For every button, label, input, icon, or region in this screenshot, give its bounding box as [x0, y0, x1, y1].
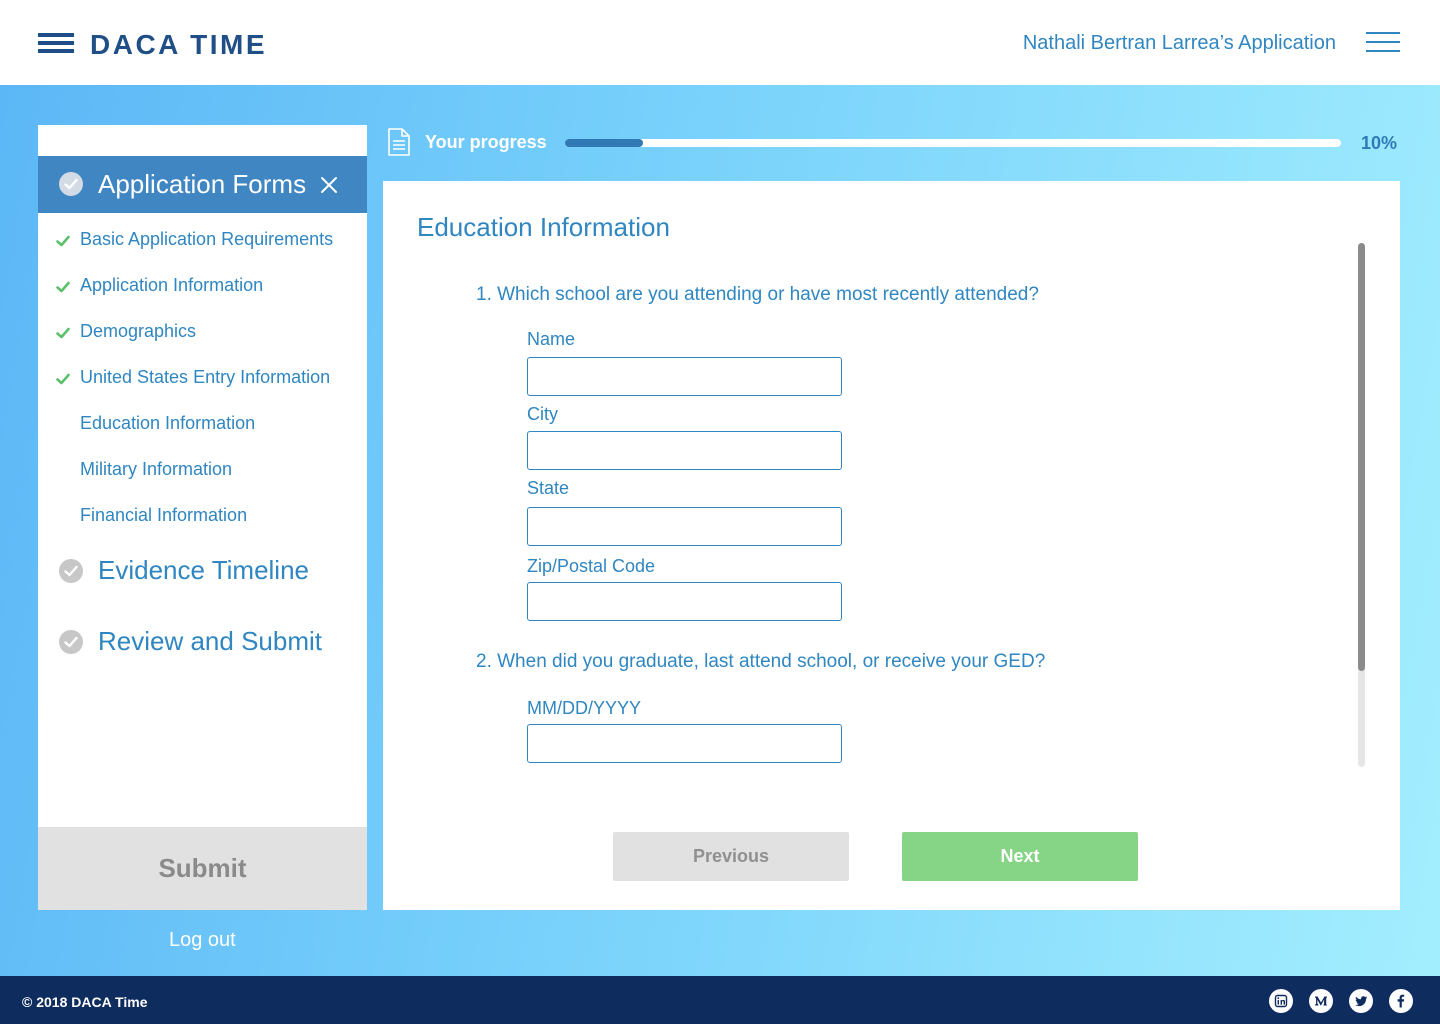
submit-button[interactable]: Submit	[38, 827, 367, 910]
date-label: MM/DD/YYYY	[527, 698, 642, 718]
check-circle-icon	[59, 630, 83, 654]
application-name[interactable]: Nathali Bertran Larrea’s Application	[1023, 32, 1336, 55]
sidebar-section-title: Application Forms	[98, 169, 307, 199]
progress-percent: 10%	[1361, 133, 1398, 153]
state-field[interactable]	[527, 507, 842, 546]
logo-text[interactable]: DACA TIME	[90, 29, 267, 61]
checkmark-icon	[56, 280, 70, 293]
sidebar-section-application-forms[interactable]: Application Forms	[38, 156, 367, 213]
question-2: 2. When did you graduate, last attend sc…	[476, 651, 1046, 672]
checkmark-icon	[56, 372, 70, 385]
progress-bar-fill	[565, 139, 643, 147]
date-field[interactable]	[527, 724, 842, 763]
progress-bar	[565, 139, 1341, 147]
zip-field[interactable]	[527, 582, 842, 621]
check-circle-icon	[59, 559, 83, 583]
scrollbar-thumb[interactable]	[1358, 243, 1365, 671]
sidebar-item-education-information[interactable]: Education Information	[80, 413, 255, 434]
sidebar-item-basic-application-requirements[interactable]: Basic Application Requirements	[80, 229, 333, 250]
checkmark-icon	[56, 234, 70, 247]
previous-button[interactable]: Previous	[613, 832, 849, 881]
sidebar-section-evidence-timeline[interactable]: Evidence Timeline	[59, 555, 359, 587]
header: DACA TIME Nathali Bertran Larrea’s Appli…	[0, 0, 1440, 85]
document-icon	[388, 128, 410, 156]
sidebar-item-financial-information[interactable]: Financial Information	[80, 505, 247, 526]
city-label: City	[527, 404, 558, 424]
logout-link[interactable]: Log out	[169, 929, 236, 952]
sidebar-section-title: Evidence Timeline	[98, 555, 309, 585]
check-circle-icon	[59, 172, 83, 196]
close-icon[interactable]	[320, 176, 338, 194]
scrollbar[interactable]	[1358, 243, 1365, 767]
sidebar-item-demographics[interactable]: Demographics	[80, 321, 196, 342]
sidebar-item-application-information[interactable]: Application Information	[80, 275, 263, 296]
hamburger-menu-icon[interactable]	[1366, 32, 1400, 52]
question-1: 1. Which school are you attending or hav…	[476, 284, 1039, 305]
facebook-icon[interactable]	[1389, 989, 1413, 1013]
copyright-text: © 2018 DACA Time	[22, 994, 148, 1010]
sidebar-section-review-and-submit[interactable]: Review and Submit	[59, 626, 359, 658]
progress-label: Your progress	[425, 132, 547, 152]
footer: © 2018 DACA Time	[0, 976, 1440, 1024]
medium-icon[interactable]	[1309, 989, 1333, 1013]
linkedin-icon[interactable]	[1269, 989, 1293, 1013]
sidebar: Application Forms Basic Application Requ…	[38, 125, 367, 910]
name-label: Name	[527, 329, 576, 349]
name-field[interactable]	[527, 357, 842, 396]
checkmark-icon	[56, 326, 70, 339]
next-button[interactable]: Next	[902, 832, 1138, 881]
logo-icon	[38, 33, 74, 53]
form-title: Education Information	[417, 212, 670, 242]
city-field[interactable]	[527, 431, 842, 470]
form-card: Education Information 1. Which school ar…	[383, 181, 1400, 910]
sidebar-section-title: Review and Submit	[98, 626, 322, 656]
twitter-icon[interactable]	[1349, 989, 1373, 1013]
state-label: State	[527, 478, 570, 498]
sidebar-item-military-information[interactable]: Military Information	[80, 459, 232, 480]
zip-label: Zip/Postal Code	[527, 556, 656, 576]
sidebar-item-united-states-entry-information[interactable]: United States Entry Information	[80, 367, 330, 388]
